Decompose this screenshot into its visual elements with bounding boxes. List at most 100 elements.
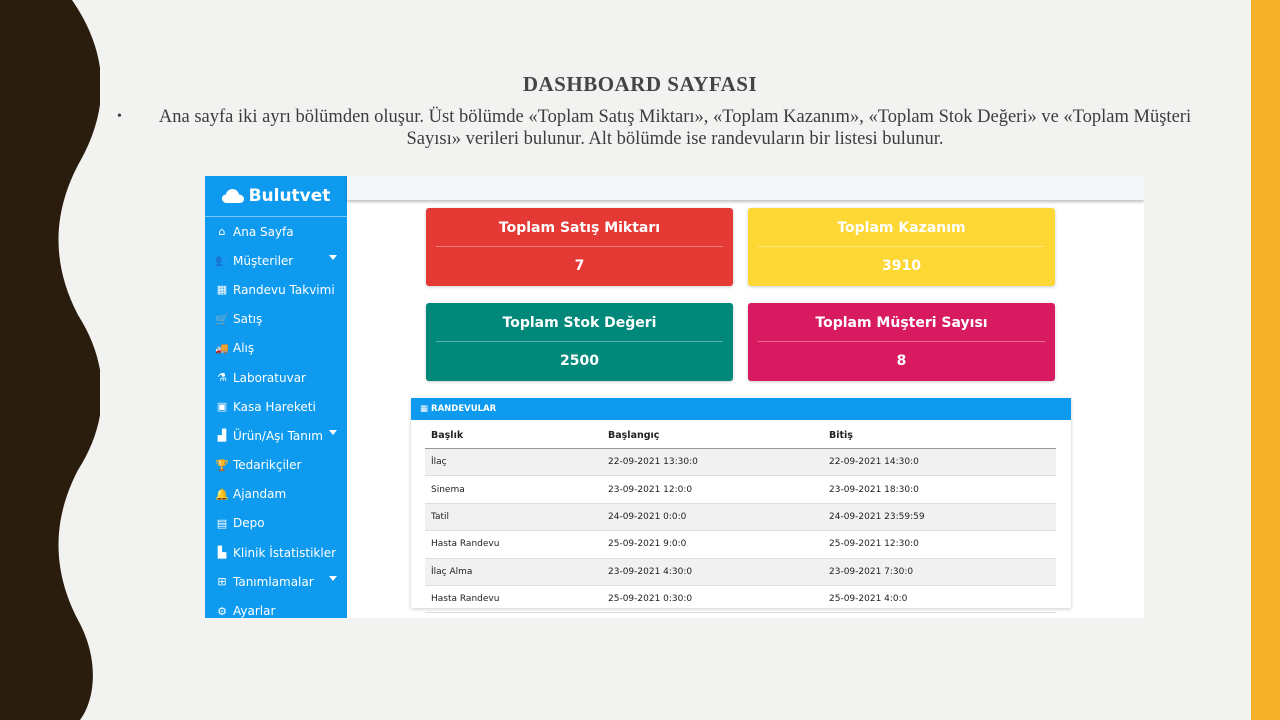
sidebar-item-label: Klinik İstatistikler	[233, 545, 337, 560]
table-row[interactable]: Sinema 23-09-2021 12:0:0 23-09-2021 18:30:…	[425, 475, 1056, 504]
sidebar-item-14[interactable]: ⚙ Ayarlar	[205, 596, 347, 618]
sidebar-item-6[interactable]: ⚗ Laboratuvar	[205, 363, 347, 392]
sidebar-item-label: Müşteriler	[233, 253, 294, 268]
table-cell: 24-09-2021 0:0:0	[602, 503, 823, 532]
stat-card-title: Toplam Kazanım	[837, 220, 966, 236]
truck-icon: 🚚	[215, 341, 229, 355]
appointments-table: Başlık Başlangıç Bitiş İlaç 22-09-2021 13:3…	[425, 422, 1056, 614]
column-header[interactable]: Başlık	[425, 422, 602, 449]
table-cell: 23-09-2021 12:0:0	[602, 475, 823, 504]
plus-square-icon: ⊞	[217, 575, 227, 589]
column-header[interactable]: Bitiş	[823, 422, 1056, 449]
appointments-header: ▦ RANDEVULAR	[411, 398, 1071, 420]
stat-card-value: 2500	[560, 353, 599, 369]
sidebar-item-label: Tedarikçiler	[233, 458, 302, 473]
stat-card-title: Toplam Müşteri Sayısı	[815, 315, 988, 331]
trophy-icon: 🏆	[215, 458, 229, 472]
sidebar-item-7[interactable]: ▣ Kasa Hareketi	[205, 392, 347, 421]
table-row[interactable]: Hasta Randevu 25-09-2021 9:0:0 25-09-2021 …	[425, 530, 1056, 559]
brand-logo[interactable]: Bulutvet	[205, 176, 347, 217]
sidebar-item-label: Ana Sayfa	[233, 224, 294, 239]
right-accent-stripe	[1251, 0, 1280, 720]
table-cell: İlaç	[425, 448, 602, 477]
table-cell: Tatil	[425, 503, 602, 532]
sidebar-item-11[interactable]: ▤ Depo	[205, 509, 347, 538]
table-cell: 25-09-2021 12:30:0	[823, 530, 1056, 559]
stat-card-title: Toplam Stok Değeri	[502, 315, 657, 331]
table-cell: Hasta Randevu	[425, 585, 602, 614]
sidebar-item-5[interactable]: 🚚 Alış	[205, 334, 347, 363]
sidebar-item-label: Kasa Hareketi	[233, 399, 316, 414]
table-cell: 22-09-2021 13:30:0	[602, 448, 823, 477]
appointments-title: RANDEVULAR	[431, 404, 497, 414]
table-row[interactable]: Hasta Randevu 25-09-2021 0:30:0 25-09-2021…	[425, 585, 1056, 614]
bullet-dot: •	[117, 109, 122, 124]
sidebar-item-label: Randevu Takvimi	[233, 282, 335, 297]
flask-icon: ⚗	[217, 371, 227, 385]
stat-card-2: Toplam Kazanım 3910	[748, 208, 1055, 286]
stat-card-value: 7	[574, 258, 585, 274]
stat-card-4: Toplam Müşteri Sayısı 8	[748, 303, 1055, 381]
sidebar-item-label: Alış	[233, 341, 255, 356]
users-icon: 👥	[215, 254, 229, 268]
slide-bullet-text: Ana sayfa iki ayrı bölümden oluşur. Üst …	[158, 107, 1192, 149]
archive-icon: ▤	[216, 516, 228, 530]
table-cell: Hasta Randevu	[425, 530, 602, 559]
sidebar-item-label: Satış	[233, 312, 263, 327]
gear-icon: ⚙	[217, 604, 227, 618]
boxes-icon: ▟	[217, 429, 227, 443]
table-cell: 22-09-2021 14:30:0	[823, 448, 1056, 477]
stat-card-title: Toplam Satış Miktarı	[498, 220, 661, 236]
sidebar-item-9[interactable]: 🏆 Tedarikçiler	[205, 451, 347, 480]
sidebar-item-2[interactable]: 👥 Müşteriler	[205, 246, 347, 275]
sidebar-item-10[interactable]: 🔔 Ajandam	[205, 480, 347, 509]
brand-name: Bulutvet	[248, 186, 331, 206]
home-icon: ⌂	[218, 225, 226, 239]
table-cell: 23-09-2021 7:30:0	[823, 558, 1056, 586]
bell-icon: 🔔	[215, 487, 229, 501]
cart-icon: 🛒	[215, 312, 229, 326]
table-cell: 25-09-2021 0:30:0	[602, 585, 823, 614]
chevron-down-icon	[329, 576, 337, 582]
calendar-icon: ▦	[216, 283, 228, 297]
table-cell: 25-09-2021 9:0:0	[602, 530, 823, 559]
slide-bullet: • Ana sayfa iki ayrı bölümden oluşur. Üs…	[117, 106, 1207, 150]
sidebar-item-label: Tanımlamalar	[233, 574, 314, 589]
table-row[interactable]: İlaç 22-09-2021 13:30:0 22-09-2021 14:30:0	[425, 448, 1056, 477]
chevron-down-icon	[329, 255, 337, 261]
sidebar-item-label: Depo	[233, 516, 265, 531]
stat-card-3: Toplam Stok Değeri 2500	[426, 303, 733, 381]
sidebar-item-13[interactable]: ⊞ Tanımlamalar	[205, 567, 347, 596]
sidebar-item-12[interactable]: ▙ Klinik İstatistikler	[205, 538, 347, 567]
table-cell: 24-09-2021 23:59:59	[823, 503, 1056, 532]
sidebar-item-4[interactable]: 🛒 Satış	[205, 305, 347, 334]
sidebar-item-label: Laboratuvar	[233, 370, 306, 385]
sidebar-item-label: Ürün/Aşı Tanım	[233, 428, 323, 443]
stat-card-value: 8	[896, 353, 907, 369]
table-header-row: Başlık Başlangıç Bitiş	[425, 422, 1056, 449]
column-header[interactable]: Başlangıç	[602, 422, 823, 449]
cloud-icon	[221, 189, 244, 203]
table-cell: İlaç Alma	[425, 558, 602, 586]
dashboard-screenshot: Bulutvet ⌂ Ana Sayfa 👥 Müşteriler ▦ Randevu T…	[205, 176, 1144, 618]
table-cell: 23-09-2021 18:30:0	[823, 475, 1056, 504]
appointments-panel: ▦ RANDEVULAR Başlık Başlangıç Bitiş İlaç 22…	[411, 398, 1071, 614]
table-cell: Sinema	[425, 475, 602, 504]
money-icon: ▣	[216, 400, 228, 414]
stat-card-1: Toplam Satış Miktarı 7	[426, 208, 733, 286]
chevron-down-icon	[329, 430, 337, 436]
sidebar: Bulutvet ⌂ Ana Sayfa 👥 Müşteriler ▦ Randevu T…	[205, 176, 347, 618]
table-cell: 23-09-2021 4:30:0	[602, 558, 823, 586]
sidebar-item-3[interactable]: ▦ Randevu Takvimi	[205, 275, 347, 304]
wave-decoration	[0, 0, 100, 720]
sidebar-item-1[interactable]: ⌂ Ana Sayfa	[205, 217, 347, 246]
sidebar-item-8[interactable]: ▟ Ürün/Aşı Tanım	[205, 421, 347, 450]
table-row[interactable]: İlaç Alma 23-09-2021 4:30:0 23-09-2021 7:3…	[425, 558, 1056, 586]
table-row[interactable]: Tatil 24-09-2021 0:0:0 24-09-2021 23:59:59	[425, 503, 1056, 532]
sidebar-item-label: Ayarlar	[233, 604, 276, 618]
calendar-icon: ▦	[420, 404, 429, 414]
chart-icon: ▙	[217, 546, 227, 560]
stat-card-value: 3910	[882, 258, 921, 274]
slide-title: DASHBOARD SAYFASI	[522, 72, 758, 96]
top-navbar	[347, 176, 1144, 200]
